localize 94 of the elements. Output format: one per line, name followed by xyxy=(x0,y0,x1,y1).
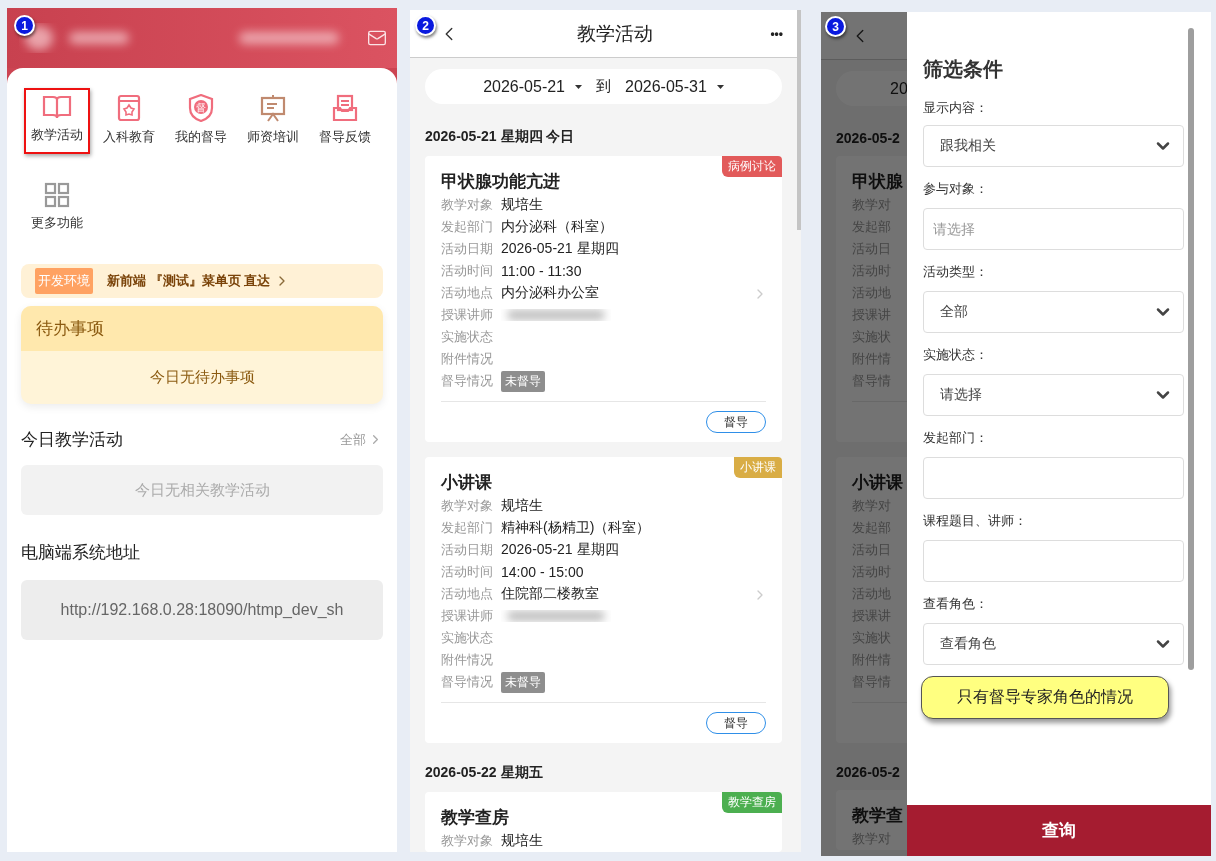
field-label: 活动日期 xyxy=(441,240,493,258)
scrollbar-thumb[interactable] xyxy=(797,10,801,230)
caret-icon xyxy=(716,84,724,89)
select-field[interactable]: 跟我相关 xyxy=(923,125,1184,167)
field-label: 活动日期 xyxy=(441,541,493,559)
field-label: 活动时间 xyxy=(441,262,493,280)
caret-icon xyxy=(575,84,582,89)
start-date-picker[interactable]: 2026-05-21 xyxy=(479,77,586,96)
field-label: 活动地点 xyxy=(441,585,493,603)
field-label: 活动类型： xyxy=(923,263,989,281)
open-book-icon xyxy=(42,94,72,120)
card-title: 教学查房 xyxy=(441,807,510,829)
field-label: 附件情况 xyxy=(441,350,493,368)
field-label: 课程题目、讲师： xyxy=(923,512,1028,530)
start-date-picker[interactable]: 20 xyxy=(886,79,907,98)
field-value: 11:00 - 11:30 xyxy=(501,263,582,279)
grid-icon xyxy=(44,182,70,208)
search-button[interactable]: 查询 xyxy=(907,805,1211,856)
shortcut-button[interactable]: 教学活动 xyxy=(24,88,90,154)
field-label: 发起部门： xyxy=(923,429,989,447)
day-heading: 2026-05-21 星期四 今日 xyxy=(425,128,576,146)
field-label: 授课讲师 xyxy=(441,607,493,625)
shield-icon: 督 xyxy=(188,94,214,122)
status-tag: 未督导 xyxy=(501,370,545,392)
field-value: 规培生 xyxy=(501,497,543,515)
field-value: 14:00 - 15:00 xyxy=(501,564,584,580)
field-label: 实施状态： xyxy=(923,346,989,364)
field-value: 规培生 xyxy=(501,832,543,850)
field-label: 督导情况 xyxy=(441,372,493,390)
scrollbar-thumb[interactable] xyxy=(1188,28,1194,670)
activity-card[interactable]: 小讲课 小讲课 教学对象 规培生 发起部门 精神科(杨精卫)（科室） 活动日期 2026-05-21 星期四 活动时间 14:00 - 15:00 活动地点 住院部二楼教室 授课讲师 实施状态 附件情况 督导情况 未督导 督导 xyxy=(425,457,782,743)
annotation-note: 只有督导专家角色的情况 xyxy=(921,676,1169,719)
field-value: 内分泌科办公室 xyxy=(501,284,599,302)
dev-banner[interactable]: 开发环境 新前端 『测试』菜单页 直达 xyxy=(21,264,383,298)
card-title: 小讲课 xyxy=(441,472,493,494)
field-label: 显示内容： xyxy=(923,99,989,117)
card-title: 甲状腺 xyxy=(852,171,904,193)
supervise-button[interactable]: 督导 xyxy=(706,411,766,433)
field-value: 规培生 xyxy=(501,196,543,214)
activity-card[interactable]: 病例讨论 甲状腺功能亢进 教学对象 规培生 发起部门 内分泌科（科室） 活动日期 2026-05-21 星期四 活动时间 11:00 - 11:30 活动地点 内分泌科办公室 授课讲师 实施状态 附件情况 督导情况 未督导 督导 xyxy=(425,156,782,442)
category-tag: 小讲课 xyxy=(734,457,782,478)
more-button[interactable]: ••• xyxy=(770,26,783,41)
category-tag: 教学查房 xyxy=(722,792,782,813)
select-field[interactable]: 查看角色 xyxy=(923,623,1184,665)
empty-message: 今日无相关教学活动 xyxy=(21,465,383,515)
field-label: 督导情况 xyxy=(441,673,493,691)
field-label: 查看角色： xyxy=(923,595,989,613)
easel-icon xyxy=(259,94,287,122)
card-title: 甲状腺功能亢进 xyxy=(441,171,561,193)
card-title: 教学查 xyxy=(852,805,904,827)
field-value: 2026-05-21 星期四 xyxy=(501,541,619,559)
card-title: 小讲课 xyxy=(852,472,904,494)
field-label: 实施状态 xyxy=(441,328,493,346)
field-label: 活动地点 xyxy=(441,284,493,302)
tray-document-icon xyxy=(332,94,358,122)
field-label: 授课讲师 xyxy=(441,306,493,324)
banner-text: 新前端 『测试』菜单页 直达 xyxy=(107,272,271,290)
day-heading: 2026-05-2 xyxy=(836,130,901,146)
field-value: 内分泌科（科室） xyxy=(501,218,613,236)
section-title: 电脑端系统地址 xyxy=(21,542,140,564)
book-flower-icon xyxy=(117,94,141,122)
status-tag: 未督导 xyxy=(501,671,545,693)
field-label: 参与对象： xyxy=(923,180,989,198)
category-tag: 病例讨论 xyxy=(722,156,782,177)
page-title: 教学活动 xyxy=(577,21,654,46)
field-label: 教学对象 xyxy=(441,832,493,850)
drawer-title: 筛选条件 xyxy=(923,57,1004,82)
field-label: 附件情况 xyxy=(441,651,493,669)
input-field[interactable] xyxy=(923,457,1184,499)
field-label: 发起部门 xyxy=(441,519,493,537)
environment-tag: 开发环境 xyxy=(35,268,93,294)
field-value: 2026-05-21 星期四 xyxy=(501,240,619,258)
input-field[interactable] xyxy=(923,540,1184,582)
section-title: 今日教学活动 xyxy=(21,429,123,451)
todo-title: 待办事项 xyxy=(21,306,383,351)
range-separator: 到 xyxy=(596,77,611,96)
end-date-picker[interactable]: 2026-05-31 xyxy=(621,77,728,96)
url-text: http://192.168.0.28:18090/htmp_dev_sh xyxy=(21,580,383,640)
input-field[interactable]: 请选择 xyxy=(923,208,1184,250)
field-label: 教学对象 xyxy=(441,196,493,214)
day-heading: 2026-05-22 星期五 xyxy=(425,764,544,782)
field-value: 精神科(杨精卫)（科室） xyxy=(501,519,651,537)
activity-card[interactable]: 教学查房 教学查房 教学对象 规培生 xyxy=(425,792,782,852)
empty-message: 今日无待办事项 xyxy=(148,367,256,387)
field-label: 发起部门 xyxy=(441,218,493,236)
supervise-button[interactable]: 督导 xyxy=(706,712,766,734)
select-field[interactable]: 全部 xyxy=(923,291,1184,333)
day-heading: 2026-05-2 xyxy=(836,764,901,780)
mail-icon[interactable] xyxy=(367,28,387,48)
field-label: 活动时间 xyxy=(441,563,493,581)
field-label: 实施状态 xyxy=(441,629,493,647)
select-field[interactable]: 请选择 xyxy=(923,374,1184,416)
field-label: 教学对象 xyxy=(441,497,493,515)
field-value: 住院部二楼教室 xyxy=(501,585,599,603)
